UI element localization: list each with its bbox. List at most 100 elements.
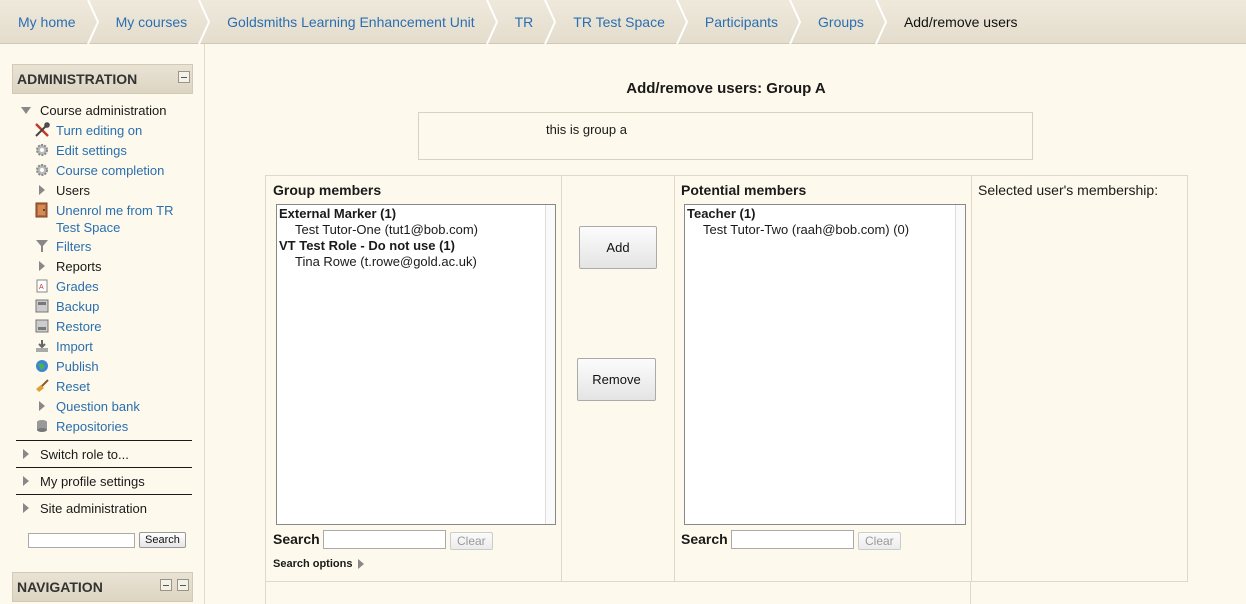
globe-icon (34, 358, 50, 374)
admin-item-label: Turn editing on (56, 123, 143, 138)
breadcrumb-label: Add/remove users (903, 13, 1018, 30)
admin-item-label: Users (56, 183, 90, 198)
admin-item-label: Reset (56, 379, 90, 394)
admin-item-turn-editing-on[interactable]: Turn editing on (16, 120, 192, 140)
site-administration-node[interactable]: Site administration (16, 494, 192, 517)
optgroup-label: Teacher (1) (687, 206, 756, 221)
admin-item-label: Course completion (56, 163, 165, 178)
admin-search-input[interactable] (28, 532, 135, 548)
admin-item-label: Filters (56, 239, 92, 254)
potential-members-search-label: Search (681, 531, 728, 547)
tools-icon (34, 122, 50, 138)
group-members-clear-button[interactable]: Clear (450, 532, 493, 550)
administration-tree: Course administration Turn editing on Ed… (16, 100, 192, 517)
admin-item-reports[interactable]: Reports (16, 256, 192, 276)
triangle-right-icon (34, 398, 50, 414)
breadcrumb-tr[interactable]: TR (497, 0, 557, 44)
breadcrumb-my-courses[interactable]: My courses (98, 0, 211, 44)
search-options-toggle[interactable]: Search options (273, 558, 365, 570)
admin-item-publish[interactable]: Publish (16, 356, 192, 376)
group-members-list[interactable]: External Marker (1) Test Tutor-One (tut1… (276, 204, 556, 525)
svg-text:A: A (39, 284, 44, 291)
backup-icon (34, 298, 50, 314)
admin-item-filters[interactable]: Filters (16, 236, 192, 256)
list-option[interactable]: Test Tutor-One (tut1@bob.com) (277, 222, 555, 238)
breadcrumb-groups[interactable]: Groups (800, 0, 888, 44)
admin-item-label: Restore (56, 319, 102, 334)
collapse-icon[interactable] (160, 579, 172, 591)
page-title: Add/remove users: Group A (626, 80, 826, 97)
restore-icon (34, 318, 50, 334)
group-description-text: this is group a (546, 122, 627, 137)
breadcrumb-label: My home (18, 13, 76, 30)
group-members-search-input[interactable] (323, 530, 446, 549)
dock-icon[interactable] (177, 579, 189, 591)
optgroup-label: VT Test Role - Do not use (1) (279, 238, 455, 253)
admin-item-label: Import (56, 339, 93, 354)
admin-item-reset[interactable]: Reset (16, 376, 192, 396)
triangle-right-icon (34, 258, 50, 274)
site-administration-label: Site administration (40, 501, 147, 516)
profile-settings-label: My profile settings (40, 474, 145, 489)
admin-item-label: Question bank (56, 399, 140, 414)
collapse-icon[interactable] (178, 71, 190, 83)
breadcrumb-my-home[interactable]: My home (0, 0, 99, 44)
admin-item-course-completion[interactable]: Course completion (16, 160, 192, 180)
gear-icon (34, 162, 50, 178)
breadcrumb-category[interactable]: Goldsmiths Learning Enhancement Unit (209, 0, 498, 44)
breadcrumb-participants[interactable]: Participants (687, 0, 802, 44)
switch-role-node[interactable]: Switch role to... (16, 440, 192, 463)
admin-item-question-bank[interactable]: Question bank (16, 396, 192, 416)
add-button[interactable]: Add (579, 226, 657, 269)
import-icon (34, 338, 50, 354)
admin-search-button[interactable]: Search (139, 532, 186, 548)
admin-item-label: Unenrol me from TR Test Space (56, 203, 174, 235)
selected-user-membership-label: Selected user's membership: (978, 182, 1159, 198)
database-icon (34, 418, 50, 434)
triangle-right-icon (18, 473, 34, 489)
admin-item-repositories[interactable]: Repositories (16, 416, 192, 436)
remove-button[interactable]: Remove (577, 358, 656, 401)
gear-icon (34, 142, 50, 158)
breadcrumb-label: My courses (115, 13, 188, 30)
broom-icon (34, 378, 50, 394)
admin-item-users[interactable]: Users (16, 180, 192, 200)
breadcrumb-course[interactable]: TR Test Space (555, 0, 688, 44)
door-icon (34, 202, 50, 218)
potential-members-clear-button[interactable]: Clear (858, 532, 901, 550)
admin-item-edit-settings[interactable]: Edit settings (16, 140, 192, 160)
grades-icon: A (34, 278, 50, 294)
admin-item-label: Reports (56, 259, 102, 274)
admin-search-form: Search (28, 532, 186, 548)
breadcrumb-current: Add/remove users (886, 0, 1040, 44)
admin-item-import[interactable]: Import (16, 336, 192, 356)
admin-item-label: Edit settings (56, 143, 127, 158)
list-scrollbar[interactable] (545, 205, 555, 524)
potential-members-list[interactable]: Teacher (1) Test Tutor-Two (raah@bob.com… (684, 204, 966, 525)
search-options-label: Search options (273, 558, 353, 570)
group-members-title: Group members (273, 182, 382, 198)
list-scrollbar[interactable] (955, 205, 965, 524)
admin-item-grades[interactable]: A Grades (16, 276, 192, 296)
list-option[interactable]: Test Tutor-Two (raah@bob.com) (0) (685, 222, 965, 238)
admin-item-unenrol[interactable]: Unenrol me from TR Test Space (16, 200, 192, 236)
list-option[interactable]: Tina Rowe (t.rowe@gold.ac.uk) (277, 254, 555, 270)
administration-title: ADMINISTRATION (17, 71, 138, 87)
triangle-right-icon (34, 182, 50, 198)
breadcrumb: My home My courses Goldsmiths Learning E… (0, 0, 1246, 44)
group-description: this is group a (418, 112, 1033, 160)
potential-members-search-input[interactable] (731, 530, 854, 549)
triangle-right-icon (18, 500, 34, 516)
optgroup-label: External Marker (1) (279, 206, 397, 221)
course-administration-node[interactable]: Course administration (16, 100, 192, 120)
breadcrumb-label: Participants (704, 13, 779, 30)
profile-settings-node[interactable]: My profile settings (16, 467, 192, 490)
admin-item-label: Repositories (56, 419, 129, 434)
triangle-right-icon (358, 559, 365, 569)
admin-item-label: Backup (56, 299, 100, 314)
admin-item-restore[interactable]: Restore (16, 316, 192, 336)
admin-item-backup[interactable]: Backup (16, 296, 192, 316)
triangle-right-icon (18, 446, 34, 462)
breadcrumb-label: Groups (818, 13, 864, 30)
group-members-search-label: Search (273, 531, 320, 547)
